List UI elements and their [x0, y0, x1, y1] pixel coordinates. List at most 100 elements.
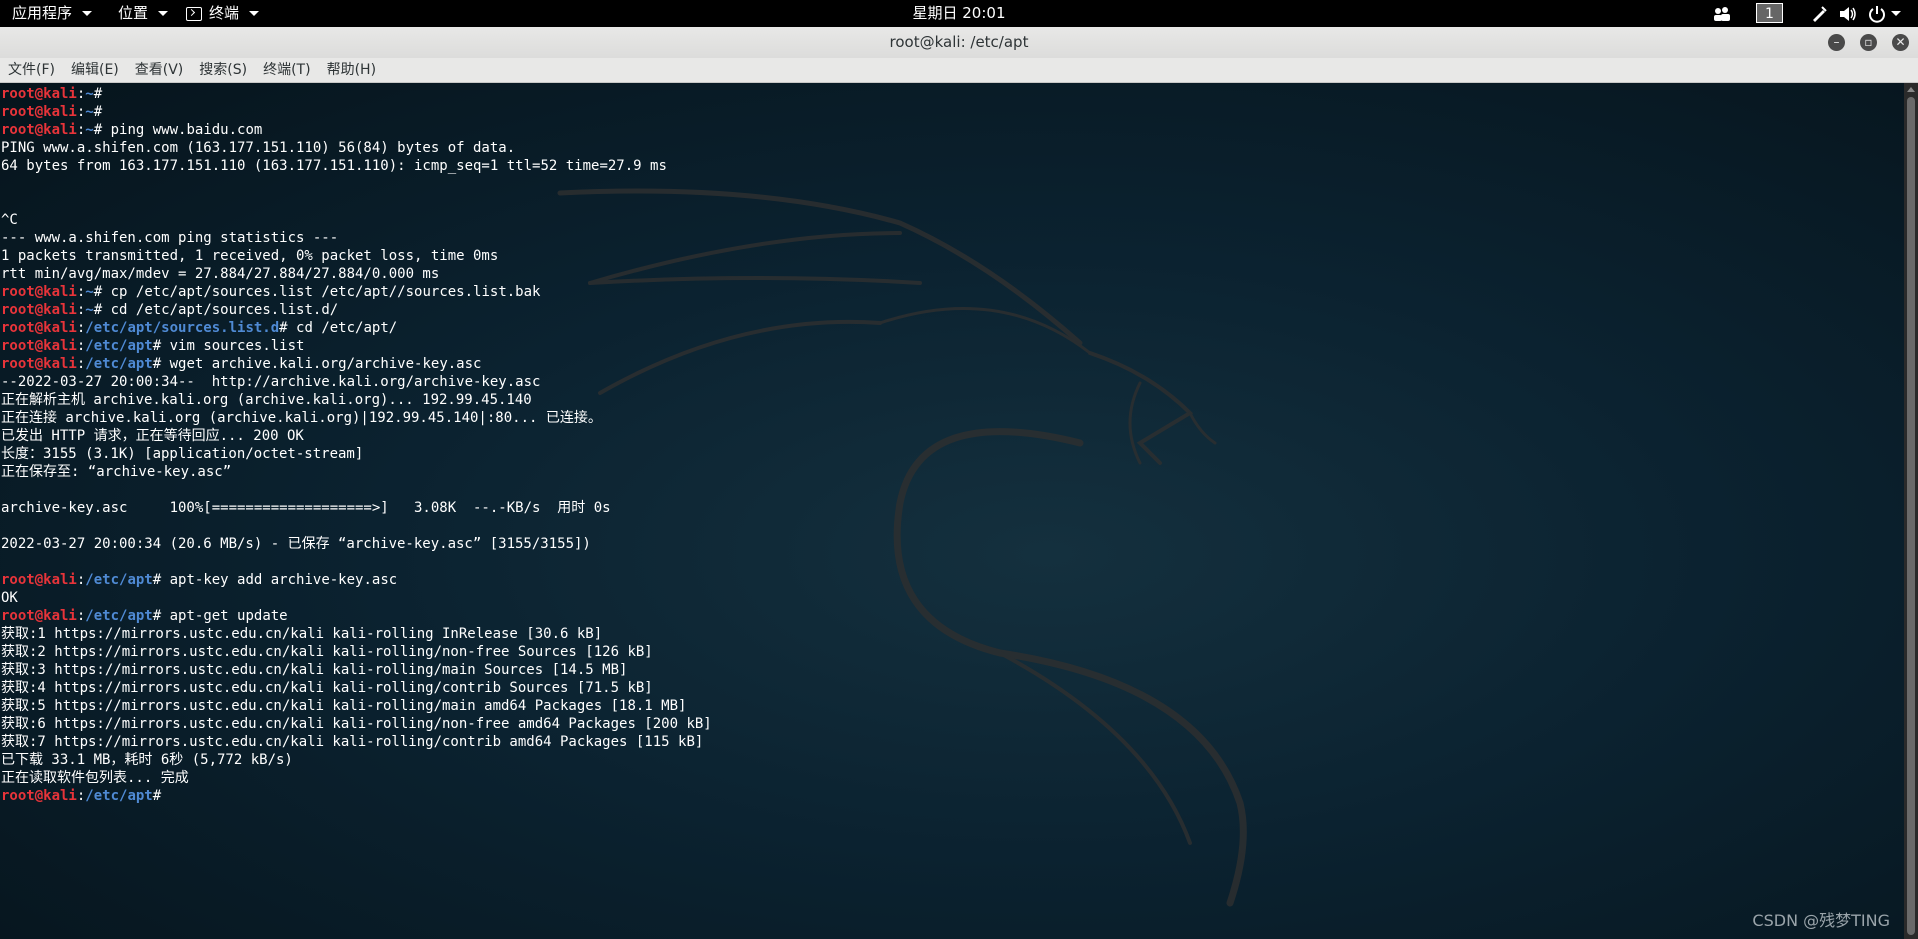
minimize-icon: –: [1833, 35, 1840, 49]
terminal-output-line: 获取:7 https://mirrors.ustc.edu.cn/kali ka…: [1, 734, 704, 750]
terminal-output-line: rtt min/avg/max/mdev = 27.884/27.884/27.…: [1, 266, 440, 282]
menu-help[interactable]: 帮助(H): [319, 58, 384, 82]
terminal-output-line: 获取:1 https://mirrors.ustc.edu.cn/kali ka…: [1, 626, 603, 642]
people-icon[interactable]: [1712, 0, 1732, 27]
prompt-command: cd /etc/apt/: [287, 320, 398, 336]
menu-terminal[interactable]: 终端(T): [255, 58, 318, 82]
prompt-command: vim sources.list: [161, 338, 305, 354]
terminal-prompt-line: root@kali:~# cd /etc/apt/sources.list.d/: [1, 301, 712, 319]
terminal-output: root@kali:~# root@kali:~# root@kali:~# pin…: [1, 85, 712, 805]
applications-menu-label: 应用程序: [12, 4, 73, 22]
prompt-hash: #: [93, 122, 103, 138]
prompt-path: ~: [85, 122, 94, 138]
clock-area: 星期日 20:01: [0, 0, 1918, 27]
prompt-command: cp /etc/apt/sources.list /etc/apt//sourc…: [102, 284, 541, 300]
terminal-app-menu[interactable]: 终端: [186, 0, 260, 27]
maximize-icon: ▫: [1864, 35, 1873, 49]
terminal-icon: [186, 6, 202, 21]
chevron-down-icon: [1891, 11, 1901, 16]
prompt-user: root@kali: [1, 122, 77, 138]
terminal-prompt-line: root@kali:/etc/apt# wget archive.kali.or…: [1, 355, 712, 373]
prompt-user: root@kali: [1, 302, 77, 318]
terminal-output-line: PING www.a.shifen.com (163.177.151.110) …: [1, 140, 516, 156]
terminal-output-line: 已下载 33.1 MB，耗时 6秒 (5,772 kB/s): [1, 752, 293, 768]
menu-search[interactable]: 搜索(S): [191, 58, 255, 82]
prompt-hash: #: [93, 86, 103, 102]
volume-icon[interactable]: [1838, 0, 1858, 27]
prompt-hash: #: [93, 284, 103, 300]
terminal-scrollbar[interactable]: [1904, 83, 1918, 939]
prompt-command: cd /etc/apt/sources.list.d/: [102, 302, 339, 318]
prompt-user: root@kali: [1, 86, 77, 102]
terminal-prompt-line: root@kali:~# cp /etc/apt/sources.list /e…: [1, 283, 712, 301]
terminal-view[interactable]: root@kali:~# root@kali:~# root@kali:~# pin…: [0, 83, 1904, 939]
prompt-path: ~: [85, 86, 94, 102]
prompt-command: ping www.baidu.com: [102, 122, 263, 138]
prompt-hash: #: [152, 788, 162, 804]
terminal-output-line: 正在保存至: “archive-key.asc”: [1, 464, 232, 480]
prompt-path: /etc/apt: [85, 356, 153, 372]
prompt-user: root@kali: [1, 320, 77, 336]
menu-view[interactable]: 查看(V): [127, 58, 192, 82]
maximize-button[interactable]: ▫: [1860, 34, 1877, 51]
prompt-user: root@kali: [1, 608, 77, 624]
menu-edit[interactable]: 编辑(E): [63, 58, 127, 82]
prompt-user: root@kali: [1, 284, 77, 300]
prompt-path: /etc/apt: [85, 572, 153, 588]
terminal-output-line: --2022-03-27 20:00:34-- http://archive.k…: [1, 374, 541, 390]
prompt-user: root@kali: [1, 788, 77, 804]
scrollbar-thumb[interactable]: [1907, 97, 1915, 935]
desktop: 应用程序 位置 终端 星期日 20:01 1 root@kali: /etc/a…: [0, 0, 1918, 939]
terminal-output-line: 获取:3 https://mirrors.ustc.edu.cn/kali ka…: [1, 662, 628, 678]
scroll-up-arrow-icon[interactable]: [1907, 87, 1915, 92]
clock[interactable]: 星期日 20:01: [913, 4, 1006, 22]
close-icon: ✕: [1895, 35, 1906, 49]
prompt-hash: #: [93, 104, 103, 120]
prompt-hash: #: [152, 356, 162, 372]
pen-icon[interactable]: [1810, 0, 1828, 27]
applications-menu[interactable]: 应用程序: [12, 0, 93, 27]
power-menu[interactable]: [1868, 0, 1901, 27]
close-button[interactable]: ✕: [1892, 34, 1909, 51]
terminal-output-line: 正在解析主机 archive.kali.org (archive.kali.or…: [1, 392, 532, 408]
prompt-hash: #: [152, 608, 162, 624]
prompt-hash: #: [152, 572, 162, 588]
prompt-command: apt-key add archive-key.asc: [161, 572, 398, 588]
prompt-hash: #: [152, 338, 162, 354]
menubar: 文件(F) 编辑(E) 查看(V) 搜索(S) 终端(T) 帮助(H): [0, 58, 1918, 83]
workspace-indicator[interactable]: 1: [1756, 3, 1783, 23]
prompt-path: ~: [85, 104, 94, 120]
prompt-path: /etc/apt: [85, 608, 153, 624]
terminal-output-line: 1 packets transmitted, 1 received, 0% pa…: [1, 248, 499, 264]
menu-file[interactable]: 文件(F): [0, 58, 63, 82]
terminal-prompt-line: root@kali:/etc/apt# apt-get update: [1, 607, 712, 625]
terminal-output-line: archive-key.asc 100%[===================…: [1, 500, 611, 516]
terminal-output-line: OK: [1, 590, 18, 606]
terminal-output-line: 长度：3155 (3.1K) [application/octet-stream…: [1, 446, 364, 462]
terminal-output-line: 已发出 HTTP 请求，正在等待回应... 200 OK: [1, 428, 304, 444]
prompt-path: /etc/apt/sources.list.d: [85, 320, 280, 336]
prompt-path: ~: [85, 284, 94, 300]
terminal-output-line: 2022-03-27 20:00:34 (20.6 MB/s) - 已保存 “a…: [1, 536, 591, 552]
prompt-command: wget archive.kali.org/archive-key.asc: [161, 356, 482, 372]
terminal-output-line: --- www.a.shifen.com ping statistics ---: [1, 230, 339, 246]
chevron-down-icon: [158, 11, 169, 16]
prompt-user: root@kali: [1, 338, 77, 354]
terminal-output-line: 正在读取软件包列表... 完成: [1, 770, 189, 786]
terminal-prompt-line: root@kali:/etc/apt# apt-key add archive-…: [1, 571, 712, 589]
prompt-user: root@kali: [1, 104, 77, 120]
csdn-watermark: CSDN @残梦TING: [1752, 911, 1890, 930]
terminal-prompt-line: root@kali:~#: [1, 103, 712, 121]
places-menu[interactable]: 位置: [118, 0, 169, 27]
chevron-down-icon: [82, 11, 93, 16]
terminal-app-menu-label: 终端: [209, 4, 240, 22]
window-titlebar[interactable]: root@kali: /etc/apt – ▫ ✕: [0, 27, 1918, 58]
terminal-prompt-line: root@kali:/etc/apt# vim sources.list: [1, 337, 712, 355]
terminal-prompt-line: root@kali:~#: [1, 85, 712, 103]
terminal-output-line: 64 bytes from 163.177.151.110 (163.177.1…: [1, 158, 667, 174]
terminal-output-line: 获取:6 https://mirrors.ustc.edu.cn/kali ka…: [1, 716, 712, 732]
minimize-button[interactable]: –: [1828, 34, 1845, 51]
